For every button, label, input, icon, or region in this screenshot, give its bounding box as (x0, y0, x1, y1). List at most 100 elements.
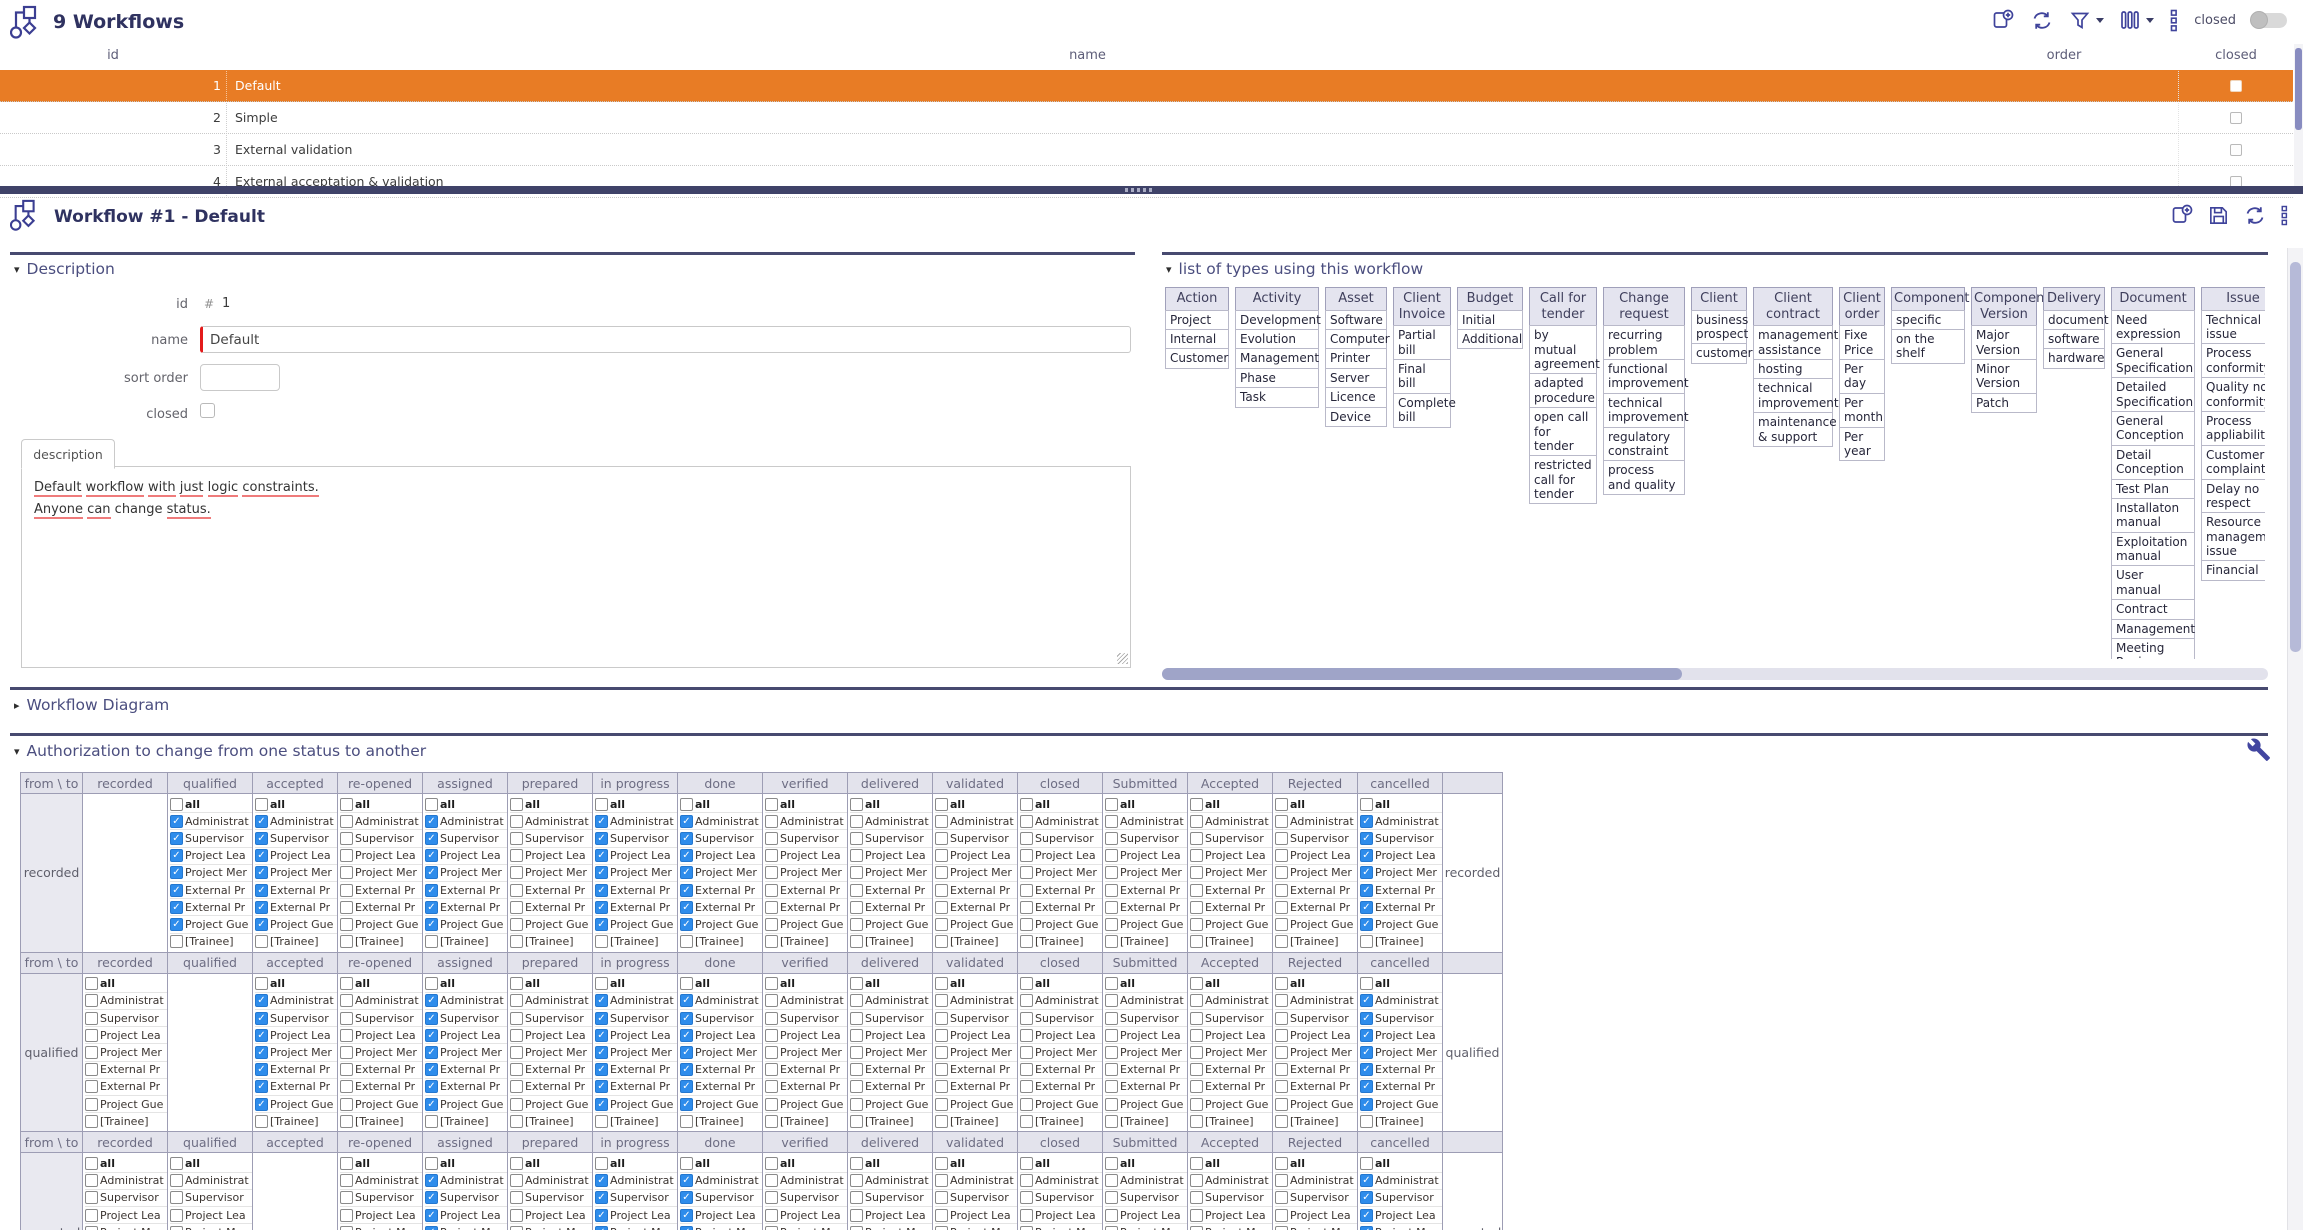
profile-checkbox[interactable] (1020, 1063, 1033, 1076)
profile-checkbox[interactable] (510, 935, 523, 948)
profile-checkbox[interactable] (1275, 1029, 1288, 1042)
profile-checkbox[interactable] (680, 815, 693, 828)
profile-checkbox[interactable] (1190, 866, 1203, 879)
profile-checkbox[interactable] (1190, 918, 1203, 931)
profile-checkbox[interactable] (595, 1226, 608, 1230)
profile-checkbox[interactable] (765, 1029, 778, 1042)
profile-checkbox[interactable] (1360, 1029, 1373, 1042)
type-item[interactable]: specific (1891, 310, 1965, 330)
profile-checkbox[interactable] (1360, 1063, 1373, 1076)
type-item[interactable]: Resource management issue (2201, 512, 2265, 561)
profile-checkbox[interactable] (510, 918, 523, 931)
profile-checkbox[interactable] (340, 977, 353, 990)
refresh-icon[interactable] (2030, 9, 2054, 32)
profile-checkbox[interactable] (1105, 1012, 1118, 1025)
type-item[interactable]: Licence (1325, 387, 1387, 407)
profile-checkbox[interactable] (1190, 1080, 1203, 1093)
profile-checkbox[interactable] (850, 1080, 863, 1093)
profile-checkbox[interactable] (170, 901, 183, 914)
profile-checkbox[interactable] (595, 1098, 608, 1111)
wrench-icon[interactable] (2246, 737, 2271, 762)
profile-checkbox[interactable] (765, 1209, 778, 1222)
type-item[interactable]: business prospect (1691, 310, 1747, 345)
profile-checkbox[interactable] (765, 1191, 778, 1204)
resize-grip[interactable] (1117, 653, 1128, 664)
profile-checkbox[interactable] (765, 884, 778, 897)
description-tab[interactable]: description (21, 439, 115, 469)
profile-checkbox[interactable] (340, 815, 353, 828)
profile-checkbox[interactable] (425, 1098, 438, 1111)
profile-checkbox[interactable] (680, 1209, 693, 1222)
profile-checkbox[interactable] (1275, 798, 1288, 811)
profile-checkbox[interactable] (595, 866, 608, 879)
profile-checkbox[interactable] (510, 1046, 523, 1059)
profile-checkbox[interactable] (340, 1174, 353, 1187)
profile-checkbox[interactable] (935, 1080, 948, 1093)
profile-checkbox[interactable] (935, 1063, 948, 1076)
type-item[interactable]: Initial (1457, 310, 1523, 330)
profile-checkbox[interactable] (595, 1174, 608, 1187)
profile-checkbox[interactable] (1360, 994, 1373, 1007)
type-item[interactable]: Project (1165, 310, 1229, 330)
profile-checkbox[interactable] (850, 1157, 863, 1170)
kebab-menu-icon[interactable] (2280, 205, 2289, 226)
description-textarea[interactable]: Default workflow with just logic constra… (21, 466, 1131, 668)
profile-checkbox[interactable] (680, 798, 693, 811)
profile-checkbox[interactable] (340, 1157, 353, 1170)
row-closed-checkbox[interactable] (2230, 144, 2242, 156)
profile-checkbox[interactable] (1190, 1012, 1203, 1025)
profile-checkbox[interactable] (1105, 994, 1118, 1007)
profile-checkbox[interactable] (170, 935, 183, 948)
profile-checkbox[interactable] (1275, 832, 1288, 845)
profile-checkbox[interactable] (850, 832, 863, 845)
profile-checkbox[interactable] (850, 1029, 863, 1042)
type-item[interactable]: Final bill (1393, 359, 1451, 394)
profile-checkbox[interactable] (1275, 918, 1288, 931)
profile-checkbox[interactable] (1020, 994, 1033, 1007)
type-item[interactable]: Partial bill (1393, 325, 1451, 360)
profile-checkbox[interactable] (340, 935, 353, 948)
profile-checkbox[interactable] (1020, 798, 1033, 811)
profile-checkbox[interactable] (595, 849, 608, 862)
profile-checkbox[interactable] (595, 977, 608, 990)
profile-checkbox[interactable] (595, 918, 608, 931)
profile-checkbox[interactable] (765, 1063, 778, 1076)
profile-checkbox[interactable] (1105, 1098, 1118, 1111)
profile-checkbox[interactable] (850, 866, 863, 879)
profile-checkbox[interactable] (510, 1098, 523, 1111)
profile-checkbox[interactable] (850, 1012, 863, 1025)
profile-checkbox[interactable] (1020, 1046, 1033, 1059)
profile-checkbox[interactable] (425, 977, 438, 990)
profile-checkbox[interactable] (255, 832, 268, 845)
profile-checkbox[interactable] (1360, 849, 1373, 862)
profile-checkbox[interactable] (935, 1191, 948, 1204)
profile-checkbox[interactable] (680, 849, 693, 862)
profile-checkbox[interactable] (170, 815, 183, 828)
profile-checkbox[interactable] (1020, 901, 1033, 914)
type-item[interactable]: Software (1325, 310, 1387, 330)
type-item[interactable]: Process conformity (2201, 343, 2265, 378)
type-item[interactable]: Detailed Specification (2111, 377, 2195, 412)
type-item[interactable]: Device (1325, 407, 1387, 427)
profile-checkbox[interactable] (1275, 866, 1288, 879)
type-item[interactable]: Complete bill (1393, 393, 1451, 428)
collapse-arrow-icon[interactable]: ▸ (14, 699, 20, 712)
name-input[interactable] (200, 326, 1131, 353)
type-item[interactable]: Financial (2201, 560, 2265, 580)
profile-checkbox[interactable] (935, 1174, 948, 1187)
type-item[interactable]: recurring problem (1603, 325, 1685, 360)
profile-checkbox[interactable] (765, 1157, 778, 1170)
profile-checkbox[interactable] (1275, 1157, 1288, 1170)
profile-checkbox[interactable] (170, 832, 183, 845)
profile-checkbox[interactable] (1105, 935, 1118, 948)
profile-checkbox[interactable] (680, 901, 693, 914)
profile-checkbox[interactable] (1190, 815, 1203, 828)
profile-checkbox[interactable] (425, 994, 438, 1007)
type-item[interactable]: Need expression (2111, 310, 2195, 345)
profile-checkbox[interactable] (510, 994, 523, 1007)
table-row[interactable]: 1Default (0, 70, 2293, 102)
profile-checkbox[interactable] (1275, 1115, 1288, 1128)
profile-checkbox[interactable] (85, 1063, 98, 1076)
checkout-icon[interactable] (2170, 203, 2194, 227)
profile-checkbox[interactable] (1105, 1191, 1118, 1204)
